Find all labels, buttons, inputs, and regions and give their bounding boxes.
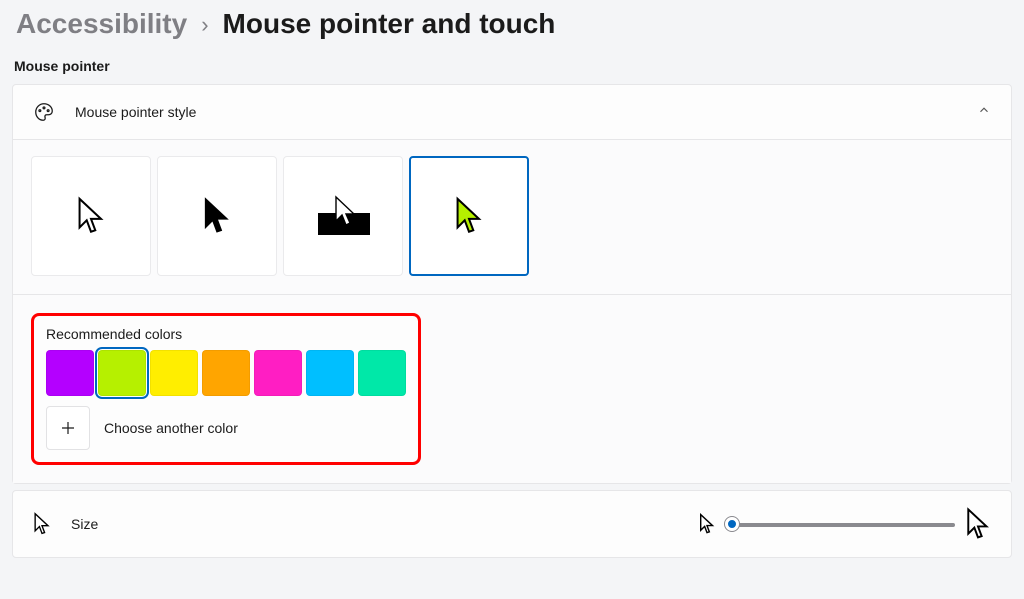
- recommended-colors-title: Recommended colors: [46, 326, 406, 342]
- chevron-up-icon: [977, 103, 991, 122]
- cursor-small-icon: [699, 513, 715, 535]
- card-title: Mouse pointer style: [75, 104, 957, 120]
- page-title: Mouse pointer and touch: [223, 8, 556, 40]
- breadcrumb: Accessibility › Mouse pointer and touch: [12, 0, 1012, 58]
- choose-another-color-label: Choose another color: [104, 420, 238, 436]
- pointer-style-options: [31, 156, 993, 276]
- card-pointer-style: Mouse pointer style: [12, 84, 1012, 484]
- card-header-size[interactable]: Size: [13, 491, 1011, 557]
- card-size: Size: [12, 490, 1012, 558]
- slider-thumb[interactable]: [725, 517, 739, 531]
- plus-icon: [46, 406, 90, 450]
- recommended-colors-panel: Recommended colors Choose another color: [31, 313, 421, 465]
- card-header-pointer-style[interactable]: Mouse pointer style: [13, 85, 1011, 139]
- pointer-style-white[interactable]: [31, 156, 151, 276]
- size-slider[interactable]: [725, 514, 955, 534]
- color-swatch-purple[interactable]: [46, 350, 94, 396]
- cursor-small-icon: [33, 512, 51, 536]
- color-swatches: [46, 350, 406, 396]
- section-label-mouse-pointer: Mouse pointer: [12, 58, 1012, 84]
- color-swatch-magenta[interactable]: [254, 350, 302, 396]
- color-swatch-yellow[interactable]: [150, 350, 198, 396]
- card-body-colors: Recommended colors Choose another color: [13, 294, 1011, 483]
- pointer-style-custom[interactable]: [409, 156, 529, 276]
- color-swatch-orange[interactable]: [202, 350, 250, 396]
- palette-icon: [33, 101, 55, 123]
- pointer-style-black[interactable]: [157, 156, 277, 276]
- color-swatch-lime[interactable]: [98, 350, 146, 396]
- choose-another-color[interactable]: Choose another color: [46, 406, 406, 450]
- size-slider-group: [699, 507, 991, 541]
- card-body-pointer-style: [13, 139, 1011, 294]
- cursor-large-icon: [965, 507, 991, 541]
- color-swatch-cyan[interactable]: [306, 350, 354, 396]
- size-title: Size: [71, 516, 679, 532]
- pointer-style-inverted[interactable]: [283, 156, 403, 276]
- color-swatch-teal[interactable]: [358, 350, 406, 396]
- chevron-right-icon: ›: [201, 12, 208, 38]
- breadcrumb-parent[interactable]: Accessibility: [16, 8, 187, 40]
